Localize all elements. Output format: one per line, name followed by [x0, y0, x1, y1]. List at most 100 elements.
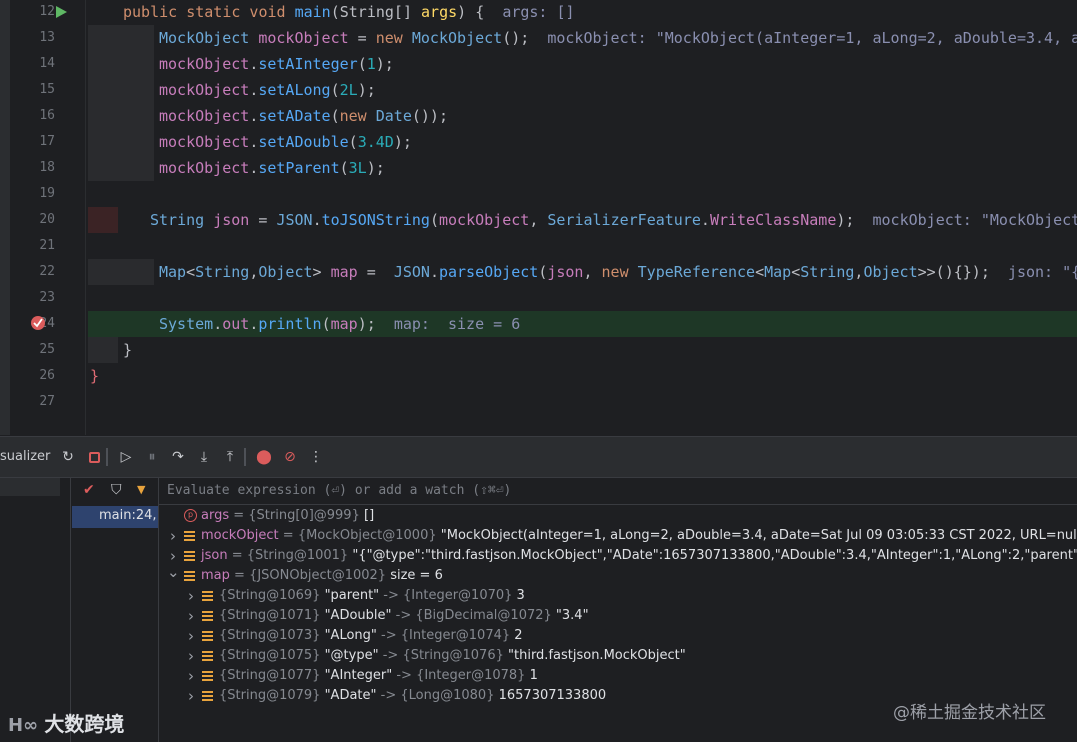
- code-token: ,: [249, 263, 259, 281]
- step-into-icon[interactable]: ⤓: [194, 447, 214, 467]
- variable-row[interactable]: ⌄ map = {JSONObject@1002} size = 6: [159, 563, 1077, 586]
- run-gutter-icon[interactable]: [54, 5, 68, 19]
- variable-row[interactable]: › {String@1077} "AInteger" -> {Integer@10…: [159, 666, 1077, 686]
- code-token: toJSONString: [321, 211, 430, 229]
- line-number[interactable]: 25: [10, 337, 55, 363]
- code-token: );: [836, 211, 873, 229]
- entry-arrow: ->: [376, 628, 401, 643]
- code-line[interactable]: mockObject.setParent(3L);: [88, 155, 1077, 181]
- code-token: (: [538, 263, 548, 281]
- expand-chevron-icon[interactable]: ›: [185, 686, 197, 706]
- code-line[interactable]: MockObject mockObject = new MockObject()…: [88, 25, 1077, 51]
- line-number[interactable]: 16: [10, 103, 55, 129]
- code-token: }: [123, 341, 133, 359]
- logo: ᕼ∞ 大数跨境: [8, 712, 125, 736]
- variable-text: {String@1069} "parent" -> {Integer@1070}…: [219, 586, 525, 606]
- code-token: >>(){});: [917, 263, 1008, 281]
- variable-row[interactable]: › {String@1071} "ADouble" -> {BigDecimal@…: [159, 606, 1077, 626]
- pause-icon[interactable]: ⏸: [142, 447, 162, 467]
- entry-value: 1: [529, 668, 538, 683]
- code-text: MockObject mockObject = new MockObject()…: [159, 25, 1077, 51]
- code-token: 3.4D: [357, 133, 394, 151]
- variable-value: []: [364, 508, 375, 523]
- thread-selector[interactable]: [0, 478, 60, 496]
- expand-chevron-icon[interactable]: ›: [185, 606, 197, 626]
- code-token: <: [755, 263, 765, 281]
- step-over-icon[interactable]: ↷: [168, 447, 188, 467]
- code-line[interactable]: [88, 285, 1077, 311]
- code-token: ();: [502, 29, 548, 47]
- entry-key-type: {String@1077}: [219, 668, 321, 683]
- debugger-tab-label[interactable]: sualizer: [0, 449, 50, 464]
- line-number[interactable]: 23: [10, 285, 55, 311]
- expand-chevron-icon[interactable]: ›: [185, 646, 197, 666]
- line-number[interactable]: 14: [10, 51, 55, 77]
- line-number[interactable]: 13: [10, 25, 55, 51]
- variable-row[interactable]: › {String@1073} "ALong" -> {Integer@1074}…: [159, 626, 1077, 646]
- code-token: }: [90, 367, 100, 385]
- resume-icon[interactable]: ▷: [116, 447, 136, 467]
- variable-name: json: [201, 548, 228, 563]
- entry-value-type: {Integer@1074}: [400, 628, 511, 643]
- rerun-icon[interactable]: ↻: [58, 447, 78, 467]
- code-line[interactable]: [88, 389, 1077, 415]
- code-line[interactable]: }: [88, 337, 1077, 363]
- line-number[interactable]: 27: [10, 389, 55, 415]
- mute-breakpoints-icon[interactable]: ⊘: [280, 447, 300, 467]
- line-number[interactable]: 26: [10, 363, 55, 389]
- variable-value: "{"@type":"third.fastjson.MockObject","A…: [352, 548, 1077, 563]
- line-number[interactable]: 17: [10, 129, 55, 155]
- code-token: map: [330, 263, 358, 281]
- variable-row[interactable]: › {String@1069} "parent" -> {Integer@1070…: [159, 586, 1077, 606]
- expand-chevron-icon[interactable]: ›: [185, 626, 197, 646]
- entry-key: "parent": [324, 588, 380, 603]
- code-line[interactable]: }: [88, 363, 1077, 389]
- code-token: =: [348, 29, 376, 47]
- dropdown-triangle-icon[interactable]: ▼: [137, 483, 145, 496]
- line-number[interactable]: 15: [10, 77, 55, 103]
- code-line[interactable]: [88, 233, 1077, 259]
- expand-chevron-icon[interactable]: ›: [185, 586, 197, 606]
- code-editor[interactable]: 12 13 14 15 16 17 18 19 20 21 22 23 24 25 26 27 public …: [0, 0, 1077, 435]
- code-line[interactable]: Map<String,Object> map = JSON.parseObjec…: [88, 259, 1077, 285]
- line-number[interactable]: 12: [10, 0, 55, 25]
- filter-icon[interactable]: ⛉: [111, 482, 122, 498]
- code-line[interactable]: mockObject.setAInteger(1);: [88, 51, 1077, 77]
- code-line[interactable]: String json = JSON.toJSONString(mockObje…: [88, 207, 1077, 233]
- expand-chevron-icon[interactable]: ›: [167, 526, 179, 546]
- tool-window-strip: [0, 0, 10, 435]
- line-number[interactable]: 18: [10, 155, 55, 181]
- variable-row[interactable]: › {String@1075} "@type" -> {String@1076} …: [159, 646, 1077, 666]
- evaluate-expression-input[interactable]: Evaluate expression (⏎) or add a watch (…: [167, 483, 511, 498]
- step-out-icon[interactable]: ⤒: [220, 447, 240, 467]
- more-icon[interactable]: ⋮: [306, 447, 326, 467]
- line-number[interactable]: 21: [10, 233, 55, 259]
- code-line[interactable]: mockObject.setADouble(3.4D);: [88, 129, 1077, 155]
- variable-row[interactable]: › mockObject = {MockObject@1000} "MockObj…: [159, 526, 1077, 546]
- entry-key-type: {String@1071}: [219, 608, 321, 623]
- code-token: =: [357, 263, 394, 281]
- code-line[interactable]: [88, 181, 1077, 207]
- current-execution-line[interactable]: System.out.println(map); map: size = 6: [88, 311, 1077, 337]
- breakpoint-icon[interactable]: [30, 315, 46, 331]
- code-line[interactable]: mockObject.setALong(2L);: [88, 77, 1077, 103]
- variable-row[interactable]: › json = {String@1001} "{"@type":"third.f…: [159, 546, 1077, 566]
- expand-chevron-icon[interactable]: ›: [185, 666, 197, 686]
- line-number[interactable]: 19: [10, 181, 55, 207]
- code-line[interactable]: mockObject.setADate(new Date());: [88, 103, 1077, 129]
- code-line[interactable]: public static void main(String[] args) {…: [88, 0, 1077, 25]
- code-token: JSON: [276, 211, 313, 229]
- check-icon[interactable]: ✔: [83, 482, 95, 498]
- code-token: WriteClassName: [709, 211, 837, 229]
- variable-text: {String@1071} "ADouble" -> {BigDecimal@1…: [219, 606, 589, 626]
- variable-row[interactable]: p args = {String[0]@999} []: [159, 506, 1077, 526]
- stop-icon[interactable]: [84, 447, 104, 467]
- collapse-chevron-icon[interactable]: ⌄: [167, 562, 180, 582]
- line-number[interactable]: 22: [10, 259, 55, 285]
- map-entry-icon: [202, 631, 213, 642]
- code-token: mockObject: [159, 81, 250, 99]
- view-breakpoints-icon[interactable]: ⬤: [254, 447, 274, 467]
- line-number[interactable]: 20: [10, 207, 55, 233]
- code-token: public static void: [123, 3, 295, 21]
- evaluate-bar[interactable]: Evaluate expression (⏎) or add a watch (…: [159, 478, 1077, 505]
